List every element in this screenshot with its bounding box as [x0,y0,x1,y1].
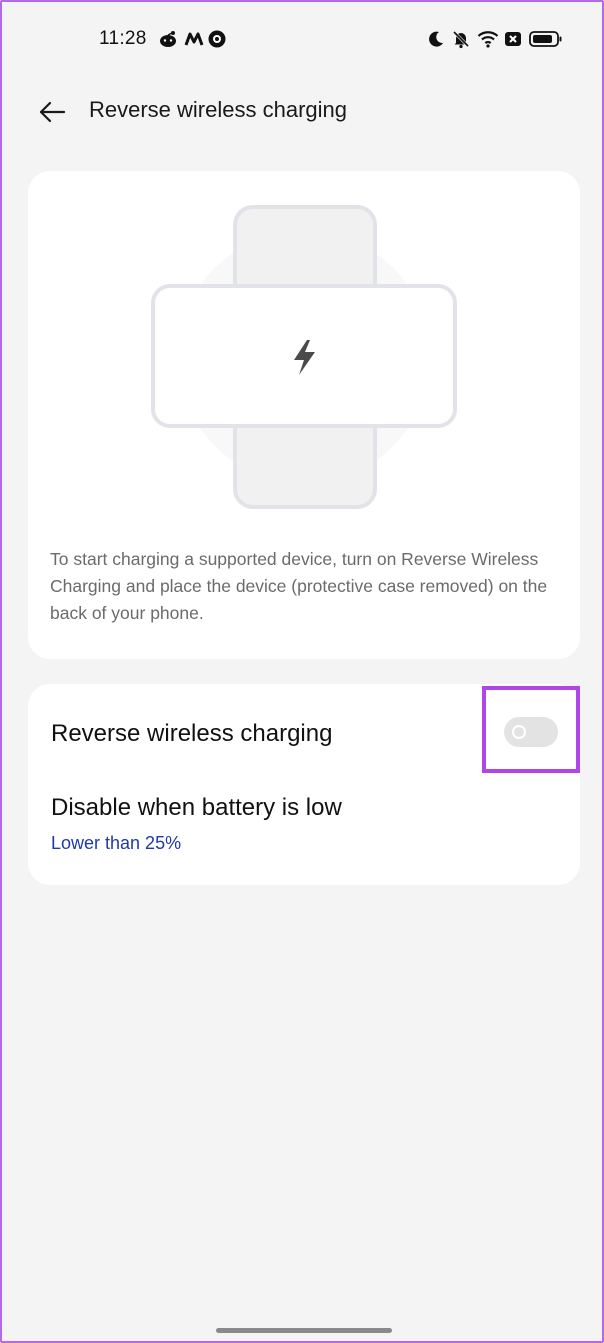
illustration-description: To start charging a supported device, tu… [50,549,548,623]
settings-card: Reverse wireless charging Disable when b… [28,684,580,885]
reverse-charging-label: Reverse wireless charging [51,720,333,747]
reddit-icon [157,28,179,50]
toggle-knob [512,725,526,739]
wifi-icon [476,28,500,50]
arrow-left-icon [39,101,66,123]
reverse-charging-toggle[interactable] [504,717,558,747]
illustration-card: To start charging a supported device, tu… [28,171,580,659]
screen: 11:28 Reverse wireless charging To start… [0,0,604,1343]
battery-icon [528,28,564,50]
circle-app-icon [206,28,228,50]
myntra-icon [183,28,205,50]
disable-low-battery-value: Lower than 25% [51,833,182,853]
disable-low-battery-label: Disable when battery is low [51,794,342,821]
reverse-charging-illustration [151,205,457,509]
back-button[interactable] [30,90,74,134]
home-indicator[interactable] [216,1328,392,1333]
bell-off-icon [450,28,472,50]
sim-off-icon [503,28,523,50]
status-time: 11:28 [99,28,147,49]
status-bar: 11:28 [2,2,602,74]
moon-icon [426,28,446,50]
page-title: Reverse wireless charging [89,97,347,122]
